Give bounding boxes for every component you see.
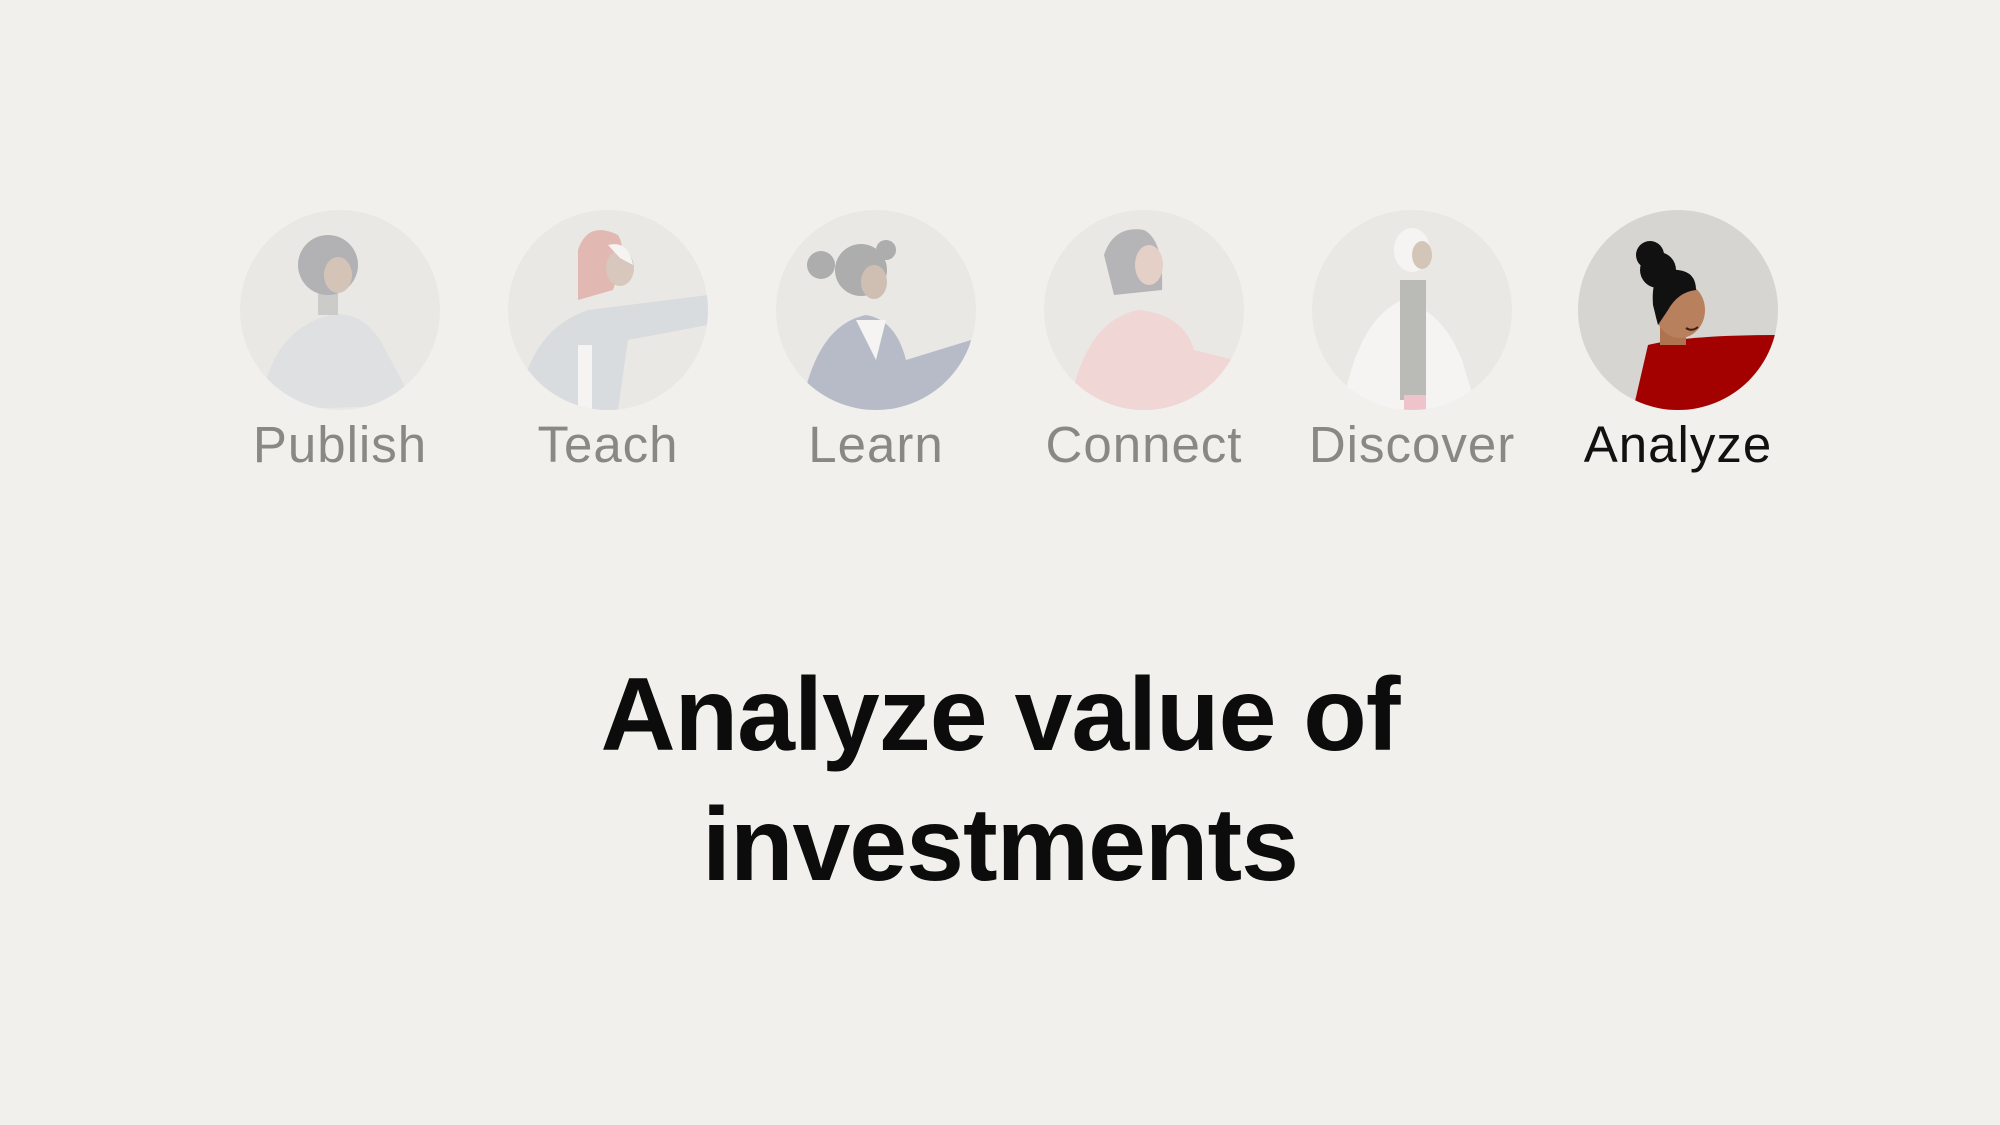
tab-connect[interactable]: Connect xyxy=(1009,205,1279,475)
learn-avatar-icon xyxy=(776,210,976,410)
tab-publish[interactable]: Publish xyxy=(205,205,475,475)
tab-learn-label: Learn xyxy=(808,416,944,473)
analyze-avatar-icon xyxy=(1578,210,1778,410)
connect-avatar-icon xyxy=(1044,210,1244,410)
tab-analyze[interactable]: Analyze xyxy=(1543,205,1813,475)
tab-analyze-label: Analyze xyxy=(1583,416,1773,473)
headline-line-2: investments xyxy=(702,787,1299,903)
discover-avatar-icon xyxy=(1312,210,1512,410)
tab-discover[interactable]: Discover xyxy=(1277,205,1547,475)
publish-avatar-icon xyxy=(240,210,440,410)
headline-line-1: Analyze value of xyxy=(600,657,1401,773)
teach-avatar-icon xyxy=(508,210,708,410)
tab-discover-label: Discover xyxy=(1308,416,1516,473)
tab-publish-label: Publish xyxy=(252,416,428,473)
persona-tabs: Publish Teach Learn Connect Discover Ana… xyxy=(0,205,2000,475)
headline: Analyze value of investments xyxy=(0,650,2000,910)
tab-teach[interactable]: Teach xyxy=(473,205,743,475)
tab-teach-label: Teach xyxy=(537,416,679,473)
tab-learn[interactable]: Learn xyxy=(741,205,1011,475)
page: Publish Teach Learn Connect Discover Ana… xyxy=(0,0,2000,1125)
tab-connect-label: Connect xyxy=(1045,416,1243,473)
